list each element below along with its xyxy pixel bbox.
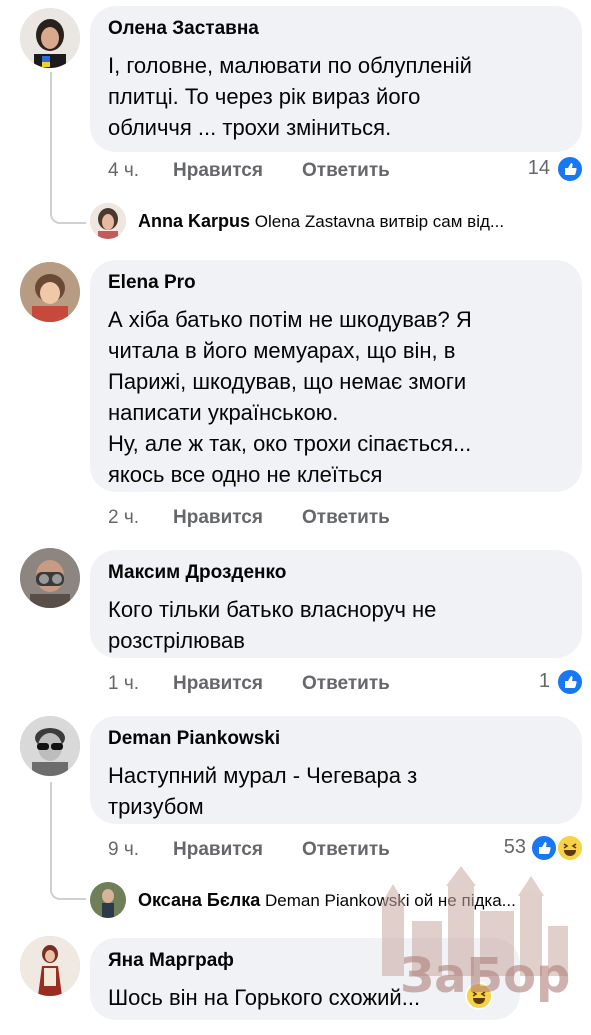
comment-author[interactable]: Deman Piankowski [108,728,280,750]
avatar-image [90,882,126,918]
comment-time[interactable]: 9 ч. [108,839,139,861]
avatar-oksana-bielka[interactable] [90,882,126,918]
reply-button[interactable]: Ответить [302,839,390,861]
reply-button[interactable]: Ответить [302,507,390,529]
comment-author[interactable]: Максим Дрозденко [108,562,286,584]
avatar-olena-zastavna[interactable] [20,8,80,68]
reply-button[interactable]: Ответить [302,673,390,695]
like-button[interactable]: Нравится [173,507,263,529]
avatar-image [20,262,80,322]
comment-time[interactable]: 2 ч. [108,507,139,529]
comment-time[interactable]: 1 ч. [108,673,139,695]
thread-connector [50,782,86,900]
avatar-elena-pro[interactable] [20,262,80,322]
like-icon [530,834,558,862]
like-icon [556,155,584,183]
reply-text: Olena Zastavna витвір сам від... [254,212,505,231]
like-button[interactable]: Нравится [173,673,263,695]
avatar-yana-margraf[interactable] [20,936,80,996]
comment-text: І, головне, малювати по облупленій плитц… [108,53,472,140]
like-button[interactable]: Нравится [173,839,263,861]
thread-connector [50,72,86,224]
comment-text: А хіба батько потім не шкодував? Я читал… [108,307,472,487]
reaction-count[interactable]: 14 [520,157,550,180]
avatar-deman-piankowski[interactable] [20,716,80,776]
like-icon [556,668,584,696]
reply-author[interactable]: Anna Karpus [138,211,250,231]
avatar-anna-karpus[interactable] [90,203,126,239]
comment-author[interactable]: Elena Pro [108,272,196,294]
reply-author[interactable]: Оксана Бєлка [138,890,260,910]
comment-text: Наступний мурал - Чегевара з тризубом [108,763,418,819]
haha-emoji-icon [556,834,584,862]
comment-bubble: Максим Дрозденко Кого тільки батько влас… [90,550,582,658]
reaction-count[interactable]: 53 [490,836,526,859]
watermark-logo: ЗаБор [372,866,572,1016]
avatar-image [20,548,80,608]
comment-bubble: Deman Piankowski Наступний мурал - Чегев… [90,716,582,824]
avatar-image [20,8,80,68]
reply-row[interactable]: Anna Karpus Olena Zastavna витвір сам ві… [138,211,504,232]
reply-button[interactable]: Ответить [302,160,390,182]
comment-author[interactable]: Яна Марграф [108,950,234,972]
comment-author[interactable]: Олена Заставна [108,18,259,40]
like-button[interactable]: Нравится [173,160,263,182]
comment-bubble: Elena Pro А хіба батько потім не шкодува… [90,260,582,492]
comment-bubble: Олена Заставна І, головне, малювати по о… [90,6,582,152]
avatar-image [20,936,80,996]
avatar-maksym-drozdenko[interactable] [20,548,80,608]
comment-text: Кого тільки батько власноруч не розстріл… [108,597,437,653]
comment-time[interactable]: 4 ч. [108,160,139,182]
avatar-image [90,203,126,239]
avatar-image [20,716,80,776]
watermark-text: ЗаБор [400,948,571,1004]
reaction-count[interactable]: 1 [520,670,550,693]
